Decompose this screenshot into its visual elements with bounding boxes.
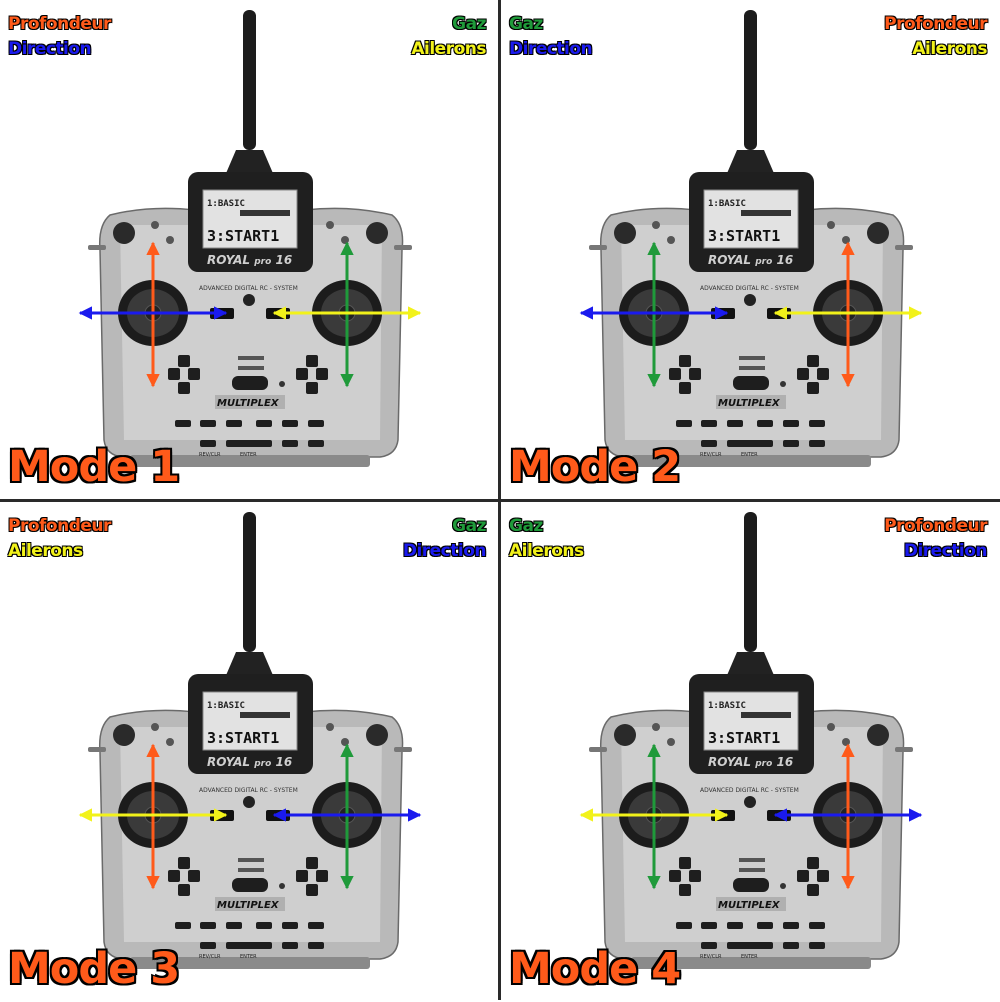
svg-text:REV/CLR: REV/CLR [199,452,221,458]
svg-text:ADVANCED DIGITAL RC - SYSTEM: ADVANCED DIGITAL RC - SYSTEM [700,285,799,292]
right-knob [366,724,388,746]
svg-text:ENTER: ENTER [240,452,257,458]
svg-text:3:START1: 3:START1 [207,227,279,245]
svg-text:ADVANCED DIGITAL RC - SYSTEM: ADVANCED DIGITAL RC - SYSTEM [700,787,799,794]
left-knob [113,724,135,746]
right-side-switch [394,245,412,250]
left-side-switch [589,747,607,752]
left-stick-horizontal-label: Direction [509,39,593,59]
left-knob [614,724,636,746]
left-knob [614,222,636,244]
transmitter-illustration: 1:BASIC 3:START1 ROYAL pro 16 ADVANCED D… [78,512,422,969]
antenna [243,10,256,150]
svg-text:3:START1: 3:START1 [708,227,780,245]
right-side-switch [895,747,913,752]
transmitter-illustration: 1:BASIC 3:START1 ROYAL pro 16 ADVANCED D… [579,512,923,969]
mode-title: Mode 3 [8,944,180,994]
svg-text:ROYAL pro 16: ROYAL pro 16 [708,755,793,769]
right-stick-horizontal-label: Direction [903,541,988,561]
quadrant-mode-3: 1:BASIC 3:START1 ROYAL pro 16 ADVANCED D… [0,502,500,1002]
svg-text:ROYAL pro 16: ROYAL pro 16 [207,755,292,769]
svg-text:ENTER: ENTER [741,954,758,960]
svg-text:ROYAL pro 16: ROYAL pro 16 [708,253,793,267]
svg-text:1:BASIC: 1:BASIC [207,199,245,209]
right-knob [867,222,889,244]
transmitter-illustration: 1:BASIC 3:START1 ROYAL pro 16 ADVANCED D… [78,10,422,467]
left-stick-vertical-label: Gaz [509,516,543,536]
antenna [744,10,757,150]
svg-text:REV/CLR: REV/CLR [700,452,722,458]
right-stick-vertical-label: Gaz [452,516,486,536]
right-knob [867,724,889,746]
right-stick-vertical-label: Gaz [452,14,486,34]
svg-text:MULTIPLEX: MULTIPLEX [217,900,280,911]
left-side-switch [88,747,106,752]
svg-text:ENTER: ENTER [240,954,257,960]
center-toggle [733,376,769,390]
svg-text:ROYAL pro 16: ROYAL pro 16 [207,253,292,267]
center-toggle [733,878,769,892]
antenna [744,512,757,652]
svg-text:3:START1: 3:START1 [708,729,780,747]
svg-text:MULTIPLEX: MULTIPLEX [217,398,280,409]
center-toggle [232,376,268,390]
right-stick-horizontal-label: Ailerons [912,39,987,59]
right-knob [366,222,388,244]
svg-text:ADVANCED DIGITAL RC - SYSTEM: ADVANCED DIGITAL RC - SYSTEM [199,285,298,292]
right-stick-vertical-label: Profondeur [884,14,987,34]
svg-text:1:BASIC: 1:BASIC [708,701,746,711]
mode-title: Mode 4 [509,944,681,994]
left-stick-vertical-label: Profondeur [8,516,111,536]
svg-text:REV/CLR: REV/CLR [199,954,221,960]
left-stick-horizontal-label: Ailerons [8,541,83,561]
left-side-switch [589,245,607,250]
left-knob [113,222,135,244]
svg-text:REV/CLR: REV/CLR [700,954,722,960]
svg-text:ENTER: ENTER [741,452,758,458]
quadrant-mode-2: 1:BASIC 3:START1 ROYAL pro 16 ADVANCED D… [501,0,1000,500]
right-stick-vertical-label: Profondeur [884,516,987,536]
center-toggle [232,878,268,892]
right-side-switch [394,747,412,752]
svg-text:1:BASIC: 1:BASIC [708,199,746,209]
svg-text:3:START1: 3:START1 [207,729,279,747]
right-stick-horizontal-label: Direction [402,541,487,561]
mode-title: Mode 1 [8,442,180,492]
antenna [243,512,256,652]
left-stick-vertical-label: Profondeur [8,14,111,34]
transmitter-illustration: 1:BASIC 3:START1 ROYAL pro 16 ADVANCED D… [579,10,923,467]
quadrant-mode-1: 1:BASIC 3:START1 ROYAL pro 16 ADVANCED D… [0,0,500,500]
svg-text:MULTIPLEX: MULTIPLEX [718,900,781,911]
left-side-switch [88,245,106,250]
svg-text:MULTIPLEX: MULTIPLEX [718,398,781,409]
left-stick-vertical-label: Gaz [509,14,543,34]
right-side-switch [895,245,913,250]
left-stick-horizontal-label: Direction [8,39,92,59]
svg-text:ADVANCED DIGITAL RC - SYSTEM: ADVANCED DIGITAL RC - SYSTEM [199,787,298,794]
mode-title: Mode 2 [509,442,681,492]
right-stick-horizontal-label: Ailerons [411,39,486,59]
left-stick-horizontal-label: Ailerons [509,541,584,561]
quadrant-mode-4: 1:BASIC 3:START1 ROYAL pro 16 ADVANCED D… [501,502,1000,1002]
svg-text:1:BASIC: 1:BASIC [207,701,245,711]
